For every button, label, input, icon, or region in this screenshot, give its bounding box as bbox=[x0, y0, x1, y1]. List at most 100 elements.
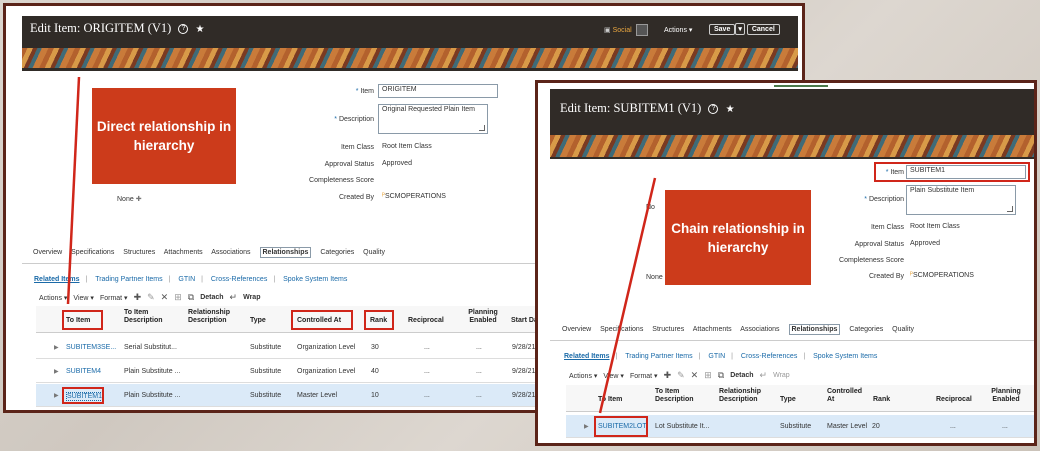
subtab-spoke-system-items[interactable]: Spoke System Items bbox=[283, 276, 347, 283]
highlight-subitem1-cell bbox=[62, 387, 104, 404]
tab-attachments[interactable]: Attachments bbox=[164, 249, 203, 256]
view-dropdown[interactable]: View ▾ bbox=[603, 372, 624, 380]
add-row-icon[interactable]: ✚ bbox=[664, 370, 672, 381]
to-item-description: Plain Substitute ... bbox=[124, 392, 181, 399]
tab-overview[interactable]: Overview bbox=[33, 249, 62, 256]
detach-label[interactable]: Detach bbox=[730, 372, 753, 379]
edit-pencil-icon[interactable]: ✎ bbox=[147, 292, 155, 303]
tab-structures[interactable]: Structures bbox=[123, 249, 155, 256]
subtab-bar: Related Items | Trading Partner Items | GT… bbox=[34, 276, 348, 283]
highlight-to-item-header bbox=[62, 310, 103, 330]
edit-pencil-icon[interactable]: ✎ bbox=[677, 370, 685, 381]
col-start-date[interactable]: Start Da bbox=[511, 317, 538, 325]
tab-attachments[interactable]: Attachments bbox=[693, 326, 732, 333]
wrap-icon[interactable]: ↵ bbox=[760, 370, 768, 381]
col-relationship-description[interactable]: Relationship Description bbox=[188, 309, 248, 325]
type-value: Substitute bbox=[250, 392, 282, 399]
tab-associations[interactable]: Associations bbox=[740, 326, 779, 333]
wrap-label[interactable]: Wrap bbox=[773, 372, 790, 379]
subtab-gtin[interactable]: GTIN bbox=[708, 353, 725, 360]
delete-x-icon[interactable]: ✕ bbox=[691, 370, 699, 381]
to-item-link[interactable]: SUBITEM4 bbox=[66, 368, 101, 375]
planning-enabled-value: ... bbox=[476, 344, 482, 351]
save-button[interactable]: Save bbox=[709, 24, 736, 35]
subtab-related-items[interactable]: Related Items bbox=[34, 276, 80, 283]
col-to-item[interactable]: To Item bbox=[598, 396, 622, 404]
col-type[interactable]: Type bbox=[250, 317, 266, 325]
format-dropdown[interactable]: Format ▾ bbox=[100, 294, 128, 302]
col-controlled-at[interactable]: Controlled At bbox=[827, 388, 867, 404]
tab-categories[interactable]: Categories bbox=[849, 326, 883, 333]
expand-icon[interactable]: ▶ bbox=[584, 423, 589, 430]
tab-specifications[interactable]: Specifications bbox=[71, 249, 114, 256]
rank-value: 10 bbox=[371, 392, 379, 399]
completeness-score-label: Completeness Score bbox=[839, 257, 904, 264]
tab-structures[interactable]: Structures bbox=[652, 326, 684, 333]
tab-associations[interactable]: Associations bbox=[211, 249, 250, 256]
help-icon[interactable]: ? bbox=[178, 24, 189, 35]
none-label: None bbox=[646, 274, 663, 281]
save-dropdown-button[interactable]: ▾ bbox=[735, 23, 745, 35]
controlled-at-value: Organization Level bbox=[297, 368, 356, 375]
subtab-trading-partner-items[interactable]: Trading Partner Items bbox=[625, 353, 692, 360]
col-planning-enabled[interactable]: Planning Enabled bbox=[463, 309, 503, 325]
freeze-icon[interactable]: ⊞ bbox=[174, 292, 182, 303]
subtab-related-items[interactable]: Related Items bbox=[564, 353, 610, 360]
subtab-gtin[interactable]: GTIN bbox=[178, 276, 195, 283]
detach-label[interactable]: Detach bbox=[200, 294, 223, 301]
page-title: Edit Item: ORIGITEM (V1) bbox=[30, 21, 172, 35]
actions-menu[interactable]: Actions ▾ bbox=[664, 26, 692, 34]
col-reciprocal[interactable]: Reciprocal bbox=[408, 317, 444, 325]
tab-quality[interactable]: Quality bbox=[363, 249, 385, 256]
description-field[interactable]: Original Requested Plain Item bbox=[378, 104, 488, 134]
to-item-link[interactable]: SUBITEM3SE... bbox=[66, 344, 116, 351]
view-dropdown[interactable]: View ▾ bbox=[73, 294, 94, 302]
tab-relationships[interactable]: Relationships bbox=[788, 324, 841, 335]
actions-dropdown[interactable]: Actions ▾ bbox=[569, 372, 597, 380]
col-rank[interactable]: Rank bbox=[873, 396, 890, 404]
col-type[interactable]: Type bbox=[780, 396, 796, 404]
globe-icon[interactable] bbox=[635, 24, 648, 36]
tab-overview[interactable]: Overview bbox=[562, 326, 591, 333]
col-to-item-description[interactable]: To Item Description bbox=[655, 388, 705, 404]
subtab-cross-references[interactable]: Cross-References bbox=[741, 353, 797, 360]
actions-dropdown[interactable]: Actions ▾ bbox=[39, 294, 67, 302]
favorite-star-icon[interactable]: ★ bbox=[196, 24, 205, 35]
col-to-item-description[interactable]: To Item Description bbox=[124, 309, 174, 325]
expand-icon[interactable]: ▶ bbox=[54, 368, 59, 375]
subtab-cross-references[interactable]: Cross-References bbox=[211, 276, 267, 283]
subtab-spoke-system-items[interactable]: Spoke System Items bbox=[813, 353, 877, 360]
detach-icon[interactable]: ⧉ bbox=[718, 370, 724, 381]
help-icon[interactable]: ? bbox=[708, 104, 719, 115]
item-class-value: Root Item Class bbox=[382, 143, 432, 150]
created-by-value: SCMOPERATIONS bbox=[384, 193, 446, 200]
page-title: Edit Item: SUBITEM1 (V1) bbox=[560, 101, 702, 115]
controlled-at-value: Master Level bbox=[297, 392, 338, 399]
type-value: Substitute bbox=[250, 368, 282, 375]
format-dropdown[interactable]: Format ▾ bbox=[630, 372, 658, 380]
add-row-icon[interactable]: ✚ bbox=[134, 292, 142, 303]
divider bbox=[550, 340, 1034, 341]
delete-x-icon[interactable]: ✕ bbox=[161, 292, 169, 303]
wrap-icon[interactable]: ↵ bbox=[230, 292, 238, 303]
subtab-trading-partner-items[interactable]: Trading Partner Items bbox=[95, 276, 162, 283]
expand-icon[interactable]: ▶ bbox=[54, 344, 59, 351]
cancel-button[interactable]: Cancel bbox=[746, 24, 780, 35]
col-relationship-description[interactable]: Relationship Description bbox=[719, 388, 779, 404]
tab-specifications[interactable]: Specifications bbox=[600, 326, 643, 333]
tab-categories[interactable]: Categories bbox=[320, 249, 354, 256]
favorite-star-icon[interactable]: ★ bbox=[726, 104, 735, 115]
tab-relationships[interactable]: Relationships bbox=[259, 247, 312, 258]
wrap-label[interactable]: Wrap bbox=[243, 294, 260, 301]
description-field[interactable]: Plain Substitute Item bbox=[906, 185, 1016, 215]
freeze-icon[interactable]: ⊞ bbox=[704, 370, 712, 381]
col-reciprocal[interactable]: Reciprocal bbox=[936, 396, 972, 404]
col-planning-enabled[interactable]: Planning Enabled bbox=[986, 388, 1026, 404]
expand-icon[interactable]: ▶ bbox=[54, 392, 59, 399]
social-link[interactable]: ▣ Social bbox=[604, 24, 648, 36]
tab-quality[interactable]: Quality bbox=[892, 326, 914, 333]
type-value: Substitute bbox=[780, 423, 812, 430]
detach-icon[interactable]: ⧉ bbox=[188, 292, 194, 303]
add-none-link[interactable]: None ✚ bbox=[117, 195, 142, 203]
item-field[interactable]: ORIGITEM bbox=[378, 84, 498, 98]
